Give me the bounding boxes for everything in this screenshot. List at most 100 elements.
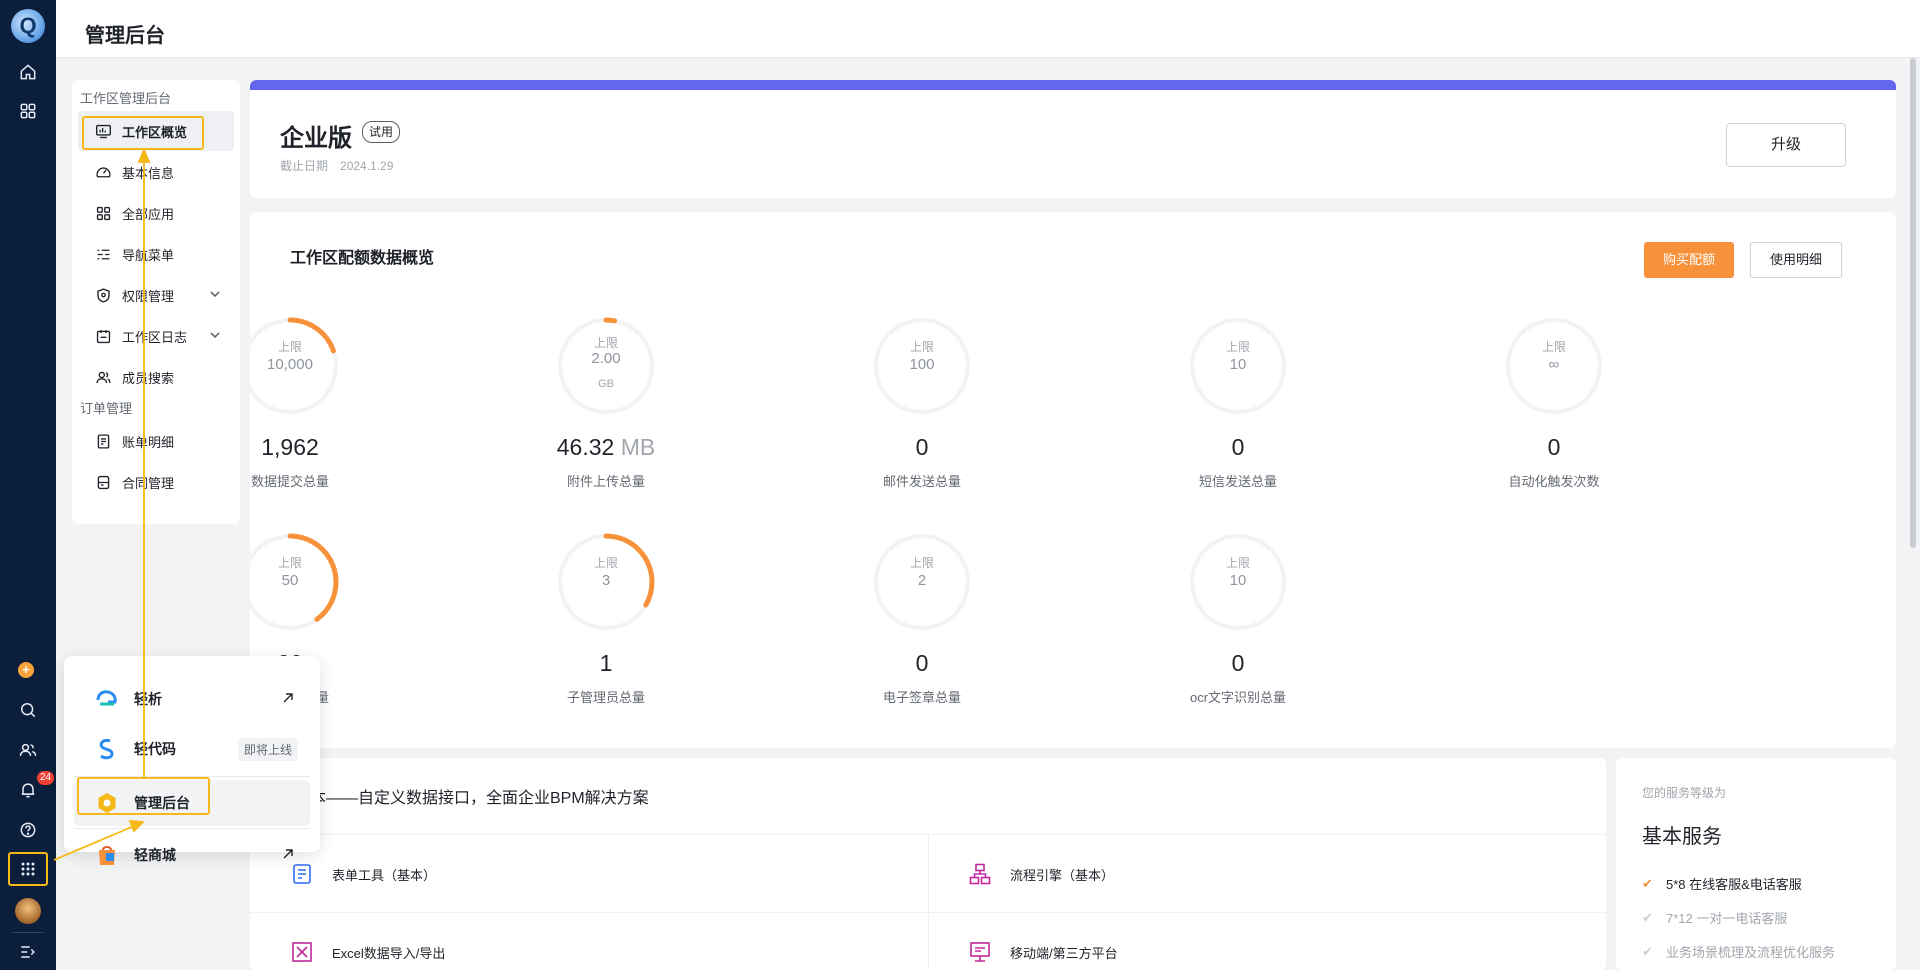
service-item: ✔ 7*12 一对一电话客服 bbox=[1642, 908, 1787, 927]
avatar[interactable] bbox=[15, 898, 41, 924]
feature-label: Excel数据导入/导出 bbox=[332, 945, 446, 961]
quota-value-number: 0 bbox=[1547, 434, 1561, 460]
popover-divider bbox=[74, 776, 310, 777]
trial-badge: 试用 bbox=[362, 121, 401, 143]
service-item: ✔ 5*8 在线客服&电话客服 bbox=[1642, 874, 1802, 893]
app-item-qingxi[interactable]: 轻析 bbox=[74, 676, 310, 722]
contract-icon bbox=[94, 473, 112, 491]
check-icon: ✔ bbox=[1642, 909, 1653, 925]
nav-item-label: 全部应用 bbox=[122, 206, 175, 222]
app-logo-icon[interactable]: Q bbox=[11, 9, 45, 43]
features-title: 本——自定义数据接口，全面企业BPM解决方案 bbox=[310, 790, 649, 807]
app-item-label: 轻代码 bbox=[134, 741, 176, 757]
feature-divider bbox=[928, 834, 929, 970]
expiry-date: 2024.1.29 bbox=[340, 159, 394, 173]
quota-value-number: 0 bbox=[1231, 650, 1245, 676]
grid-icon[interactable] bbox=[16, 99, 40, 123]
quota-label: 附件上传总量 bbox=[566, 474, 645, 489]
upgrade-button[interactable]: 升级 bbox=[1726, 123, 1846, 167]
quota-value-number: 1,962 bbox=[261, 434, 319, 460]
monitor-chart-icon bbox=[94, 122, 112, 140]
expand-sidebar-icon[interactable] bbox=[16, 940, 40, 964]
nav-item-label: 工作区日志 bbox=[122, 329, 188, 345]
page-title: 管理后台 bbox=[85, 25, 165, 47]
quota-value: 0 bbox=[822, 650, 1022, 677]
feature-item: 移动端/第三方平台 bbox=[968, 913, 1118, 970]
app-switcher-highlight bbox=[8, 852, 48, 886]
service-item-label: 7*12 一对一电话客服 bbox=[1666, 911, 1788, 926]
home-icon[interactable] bbox=[16, 60, 40, 84]
quota-cap-label: 上限 bbox=[277, 556, 302, 570]
qingdaima-logo-icon bbox=[94, 736, 120, 762]
quota-metric: 上限 3 1 子管理员总量 bbox=[506, 532, 706, 712]
external-link-icon bbox=[283, 849, 293, 859]
app-item-mall[interactable]: 轻商城 bbox=[74, 832, 310, 878]
app-item-admin[interactable]: 管理后台 bbox=[74, 780, 310, 826]
quota-value-number: 46.32 bbox=[556, 434, 615, 460]
nav-item-label: 账单明细 bbox=[122, 434, 175, 450]
quota-value-number: 1 bbox=[599, 650, 613, 676]
nav-list-icon bbox=[94, 245, 112, 263]
app-item-label: 轻商城 bbox=[134, 847, 176, 863]
quota-value: 0 bbox=[1454, 434, 1654, 461]
chevron-down-icon[interactable] bbox=[208, 287, 222, 301]
nav-item-label: 权限管理 bbox=[122, 288, 175, 304]
quota-limit: 50 bbox=[281, 572, 299, 589]
quota-value-number: 0 bbox=[915, 434, 929, 460]
feature-item: 流程引擎（基本） bbox=[968, 835, 1114, 913]
quota-cap-label: 上限 bbox=[1225, 556, 1250, 570]
calendar-log-icon bbox=[94, 327, 112, 345]
nav-item-label: 工作区概览 bbox=[122, 124, 188, 140]
app-item-qingdaima[interactable]: 轻代码 即将上线 bbox=[74, 726, 310, 772]
plan-accent-bar bbox=[250, 80, 1896, 90]
quota-value: 1 bbox=[506, 650, 706, 677]
top-header: 管理后台 bbox=[56, 0, 1920, 58]
quota-limit: 10 bbox=[1229, 572, 1247, 589]
quota-overview-card: 工作区配额数据概览 购买配额 使用明细 上限 10,000 1,962 数据提交总量上… bbox=[241, 212, 1896, 748]
quota-label: 子管理员总量 bbox=[566, 690, 645, 705]
app-item-label: 轻析 bbox=[134, 691, 162, 707]
quota-title: 工作区配额数据概览 bbox=[290, 250, 435, 267]
help-icon[interactable] bbox=[16, 818, 40, 842]
plan-card: 企业版 试用 截止日期 2024.1.29 升级 bbox=[250, 80, 1896, 198]
quota-value: 0 bbox=[822, 434, 1022, 461]
expiry-label: 截止日期 bbox=[280, 159, 329, 173]
app-switcher-popover: 轻析 轻代码 即将上线 管理后台 轻商城 bbox=[64, 656, 320, 865]
quota-cap-label: 上限 bbox=[277, 340, 302, 354]
quota-limit: ∞ bbox=[1548, 356, 1560, 373]
quota-cap-label: 上限 bbox=[909, 556, 934, 570]
nav-item-basic-info[interactable]: 基本信息 bbox=[78, 152, 234, 192]
quota-limit-unit: GB bbox=[598, 378, 614, 390]
nav-item-label: 合同管理 bbox=[122, 475, 175, 491]
usage-detail-button[interactable]: 使用明细 bbox=[1750, 242, 1842, 278]
nav-item-workspace-overview[interactable]: 工作区概览 bbox=[78, 111, 234, 151]
buy-quota-button[interactable]: 购买配额 bbox=[1644, 242, 1734, 278]
service-level-card: 您的服务等级为 基本服务 ✔ 5*8 在线客服&电话客服 ✔ 7*12 一对一电话客… bbox=[1616, 758, 1896, 970]
nav-item-label: 成员搜索 bbox=[122, 370, 175, 386]
quota-label: ocr文字识别总量 bbox=[1189, 690, 1287, 705]
quota-limit: 10,000 bbox=[267, 356, 313, 373]
nav-item-permissions[interactable]: 权限管理 bbox=[78, 275, 234, 315]
quota-label: 自动化触发次数 bbox=[1508, 474, 1600, 489]
nav-item-all-apps[interactable]: 全部应用 bbox=[78, 193, 234, 233]
quota-label: 邮件发送总量 bbox=[882, 474, 961, 489]
users-icon bbox=[94, 368, 112, 386]
create-plus-icon[interactable]: + bbox=[18, 662, 34, 678]
quota-value-unit: MB bbox=[614, 434, 656, 460]
quota-metric: 上限 10 0 短信发送总量 bbox=[1138, 316, 1338, 496]
notification-count-badge: 24 bbox=[37, 771, 55, 785]
vertical-scrollbar[interactable] bbox=[1910, 58, 1916, 548]
left-rail: Q + 24 bbox=[0, 0, 56, 970]
contacts-icon[interactable] bbox=[16, 738, 40, 762]
quota-value: 0 bbox=[1138, 434, 1338, 461]
search-icon[interactable] bbox=[16, 698, 40, 722]
excel-icon bbox=[290, 940, 314, 964]
nav-item-navigation-menu[interactable]: 导航菜单 bbox=[78, 234, 234, 274]
feature-item: Excel数据导入/导出 bbox=[290, 913, 445, 970]
coming-soon-badge: 即将上线 bbox=[237, 738, 298, 761]
mall-bag-icon bbox=[94, 842, 120, 868]
external-link-icon bbox=[283, 693, 293, 703]
bell-icon[interactable] bbox=[16, 778, 40, 802]
nav-item-label: 导航菜单 bbox=[122, 247, 175, 263]
quota-metric: 上限 2.00 GB 46.32 MB 附件上传总量 bbox=[506, 316, 706, 496]
